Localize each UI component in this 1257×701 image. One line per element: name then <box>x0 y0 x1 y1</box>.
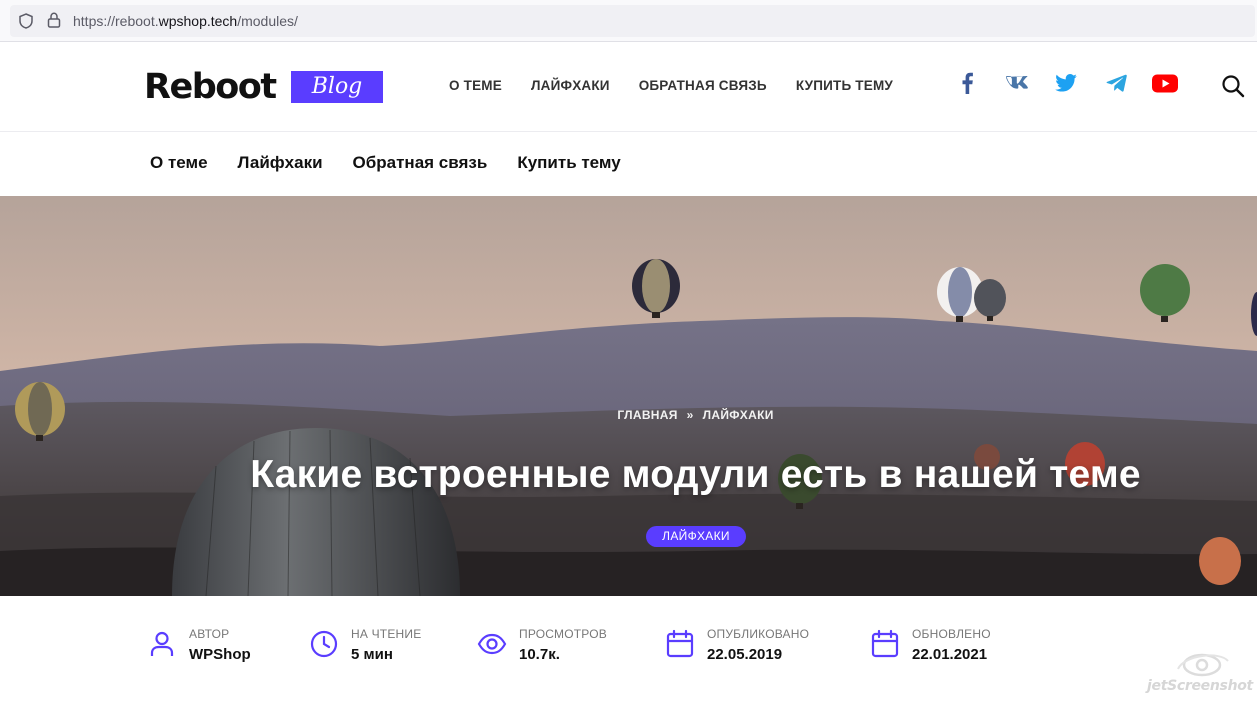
breadcrumb-home[interactable]: ГЛАВНАЯ <box>617 408 677 422</box>
search-icon[interactable] <box>1221 74 1245 98</box>
eye-icon <box>477 633 507 655</box>
top-nav: О ТЕМЕ ЛАЙФХАКИ ОБРАТНАЯ СВЯЗЬ КУПИТЬ ТЕ… <box>449 78 893 93</box>
top-nav-about[interactable]: О ТЕМЕ <box>449 78 502 93</box>
meta-label: НА ЧТЕНИЕ <box>351 627 422 641</box>
subnav-feedback[interactable]: Обратная связь <box>353 153 488 173</box>
subnav-lifehacks[interactable]: Лайфхаки <box>238 153 323 173</box>
top-nav-buy[interactable]: КУПИТЬ ТЕМУ <box>796 78 893 93</box>
meta-label: ОБНОВЛЕНО <box>912 627 991 641</box>
logo-badge[interactable]: Blog <box>291 71 383 103</box>
meta-label: ОПУБЛИКОВАНО <box>707 627 810 641</box>
breadcrumb: ГЛАВНАЯ » ЛАЙФХАКИ <box>0 408 1257 422</box>
breadcrumb-category[interactable]: ЛАЙФХАКИ <box>703 408 774 422</box>
subnav-about[interactable]: О теме <box>150 153 208 173</box>
breadcrumb-separator: » <box>686 408 694 422</box>
meta-reading-time: НА ЧТЕНИЕ 5 мин <box>309 627 421 663</box>
facebook-icon[interactable] <box>954 70 980 96</box>
logo-text[interactable]: Reboot <box>144 67 277 107</box>
calendar-icon <box>666 629 694 658</box>
telegram-icon[interactable] <box>1103 70 1129 96</box>
secondary-nav: О теме Лайфхаки Обратная связь Купить те… <box>0 132 1257 196</box>
category-tag[interactable]: ЛАЙФХАКИ <box>646 526 746 547</box>
top-nav-lifehacks[interactable]: ЛАЙФХАКИ <box>531 78 610 93</box>
youtube-icon[interactable] <box>1152 70 1178 96</box>
site-header: Reboot Blog О ТЕМЕ ЛАЙФХАКИ ОБРАТНАЯ СВЯ… <box>0 42 1257 132</box>
top-nav-feedback[interactable]: ОБРАТНАЯ СВЯЗЬ <box>639 78 767 93</box>
shield-icon[interactable] <box>19 13 33 29</box>
hero-background-image <box>0 196 1257 596</box>
watermark-text: jetScreenshot <box>1147 678 1253 694</box>
calendar-icon <box>871 629 899 658</box>
views-value: 10.7к. <box>519 646 560 663</box>
page-title: Какие встроенные модули есть в нашей тем… <box>250 453 1141 496</box>
meta-label: АВТОР <box>189 627 230 641</box>
meta-updated: ОБНОВЛЕНО 22.01.2021 <box>870 627 991 663</box>
reading-time-value: 5 мин <box>351 646 393 663</box>
published-date: 22.05.2019 <box>707 646 783 663</box>
url-text[interactable]: https://reboot.wpshop.tech/modules/ <box>73 13 298 29</box>
user-icon <box>150 631 174 656</box>
clock-icon <box>310 630 338 658</box>
updated-date: 22.01.2021 <box>912 646 988 663</box>
subnav-buy[interactable]: Купить тему <box>517 153 620 173</box>
meta-label: ПРОСМОТРОВ <box>519 627 607 641</box>
meta-published: ОПУБЛИКОВАНО 22.05.2019 <box>665 627 809 663</box>
twitter-icon[interactable] <box>1053 70 1079 96</box>
vk-icon[interactable] <box>1004 70 1030 96</box>
meta-views: ПРОСМОТРОВ 10.7к. <box>477 627 607 663</box>
meta-author: АВТОР WPShop <box>147 627 251 663</box>
hero-banner: ГЛАВНАЯ » ЛАЙФХАКИ Какие встроенные модули… <box>0 196 1257 596</box>
lock-icon[interactable] <box>47 12 61 28</box>
browser-address-bar: https://reboot.wpshop.tech/modules/ <box>0 0 1257 42</box>
author-name[interactable]: WPShop <box>189 646 251 663</box>
